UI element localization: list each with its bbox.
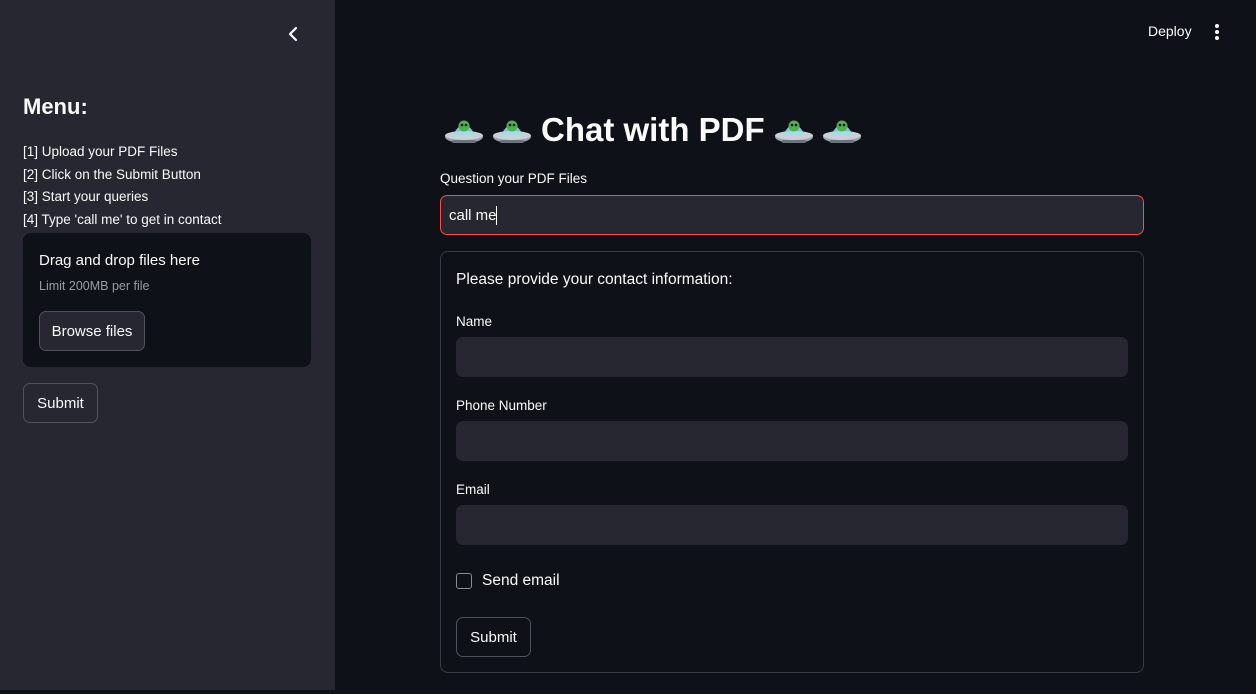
ufo-icon	[445, 120, 483, 143]
page-title: Chat with PDF	[541, 111, 765, 148]
dropzone-limit: Limit 200MB per file	[39, 279, 150, 293]
menu-list: [1] Upload your PDF Files [2] Click on t…	[23, 141, 222, 231]
menu-item: [3] Start your queries	[23, 189, 149, 204]
chevron-left-icon	[288, 26, 298, 42]
sidebar-collapse-button[interactable]	[280, 22, 306, 46]
contact-form: Please provide your contact information:…	[440, 251, 1144, 673]
phone-field[interactable]	[456, 421, 1128, 461]
form-submit-button[interactable]: Submit	[456, 617, 531, 657]
name-field[interactable]	[456, 337, 1128, 377]
deploy-button[interactable]: Deploy	[1140, 21, 1200, 43]
browse-files-button[interactable]: Browse files	[39, 311, 145, 351]
menu-item: [1] Upload your PDF Files	[23, 144, 178, 159]
question-input[interactable]	[440, 195, 1144, 235]
question-label: Question your PDF Files	[440, 171, 588, 186]
file-dropzone[interactable]: Drag and drop files here Limit 200MB per…	[23, 233, 311, 367]
ufo-icon	[493, 120, 531, 143]
send-email-checkbox[interactable]: Send email	[456, 572, 560, 590]
kebab-menu-icon	[1215, 24, 1219, 40]
text-caret	[496, 206, 497, 225]
ufo-icon	[774, 120, 813, 143]
menu-title: Menu:	[23, 94, 88, 119]
dropzone-title: Drag and drop files here	[39, 252, 200, 269]
phone-label: Phone Number	[456, 398, 547, 413]
app-root: Menu: [1] Upload your PDF Files [2] Clic…	[0, 0, 1256, 694]
name-label: Name	[456, 314, 493, 329]
main-menu-button[interactable]	[1205, 20, 1229, 44]
menu-item: [2] Click on the Submit Button	[23, 166, 201, 182]
sidebar: Menu: [1] Upload your PDF Files [2] Clic…	[0, 0, 335, 690]
send-email-label: Send email	[482, 572, 560, 589]
page-title-row: Chat with PDF	[443, 108, 863, 152]
sidebar-submit-button[interactable]: Submit	[23, 383, 98, 423]
ufo-icon	[822, 120, 861, 143]
email-label: Email	[456, 482, 490, 497]
email-field[interactable]	[456, 505, 1128, 545]
checkbox-square[interactable]	[456, 573, 472, 589]
menu-item: [4] Type 'call me' to get in contact	[23, 211, 222, 227]
form-heading: Please provide your contact information:	[456, 271, 733, 288]
